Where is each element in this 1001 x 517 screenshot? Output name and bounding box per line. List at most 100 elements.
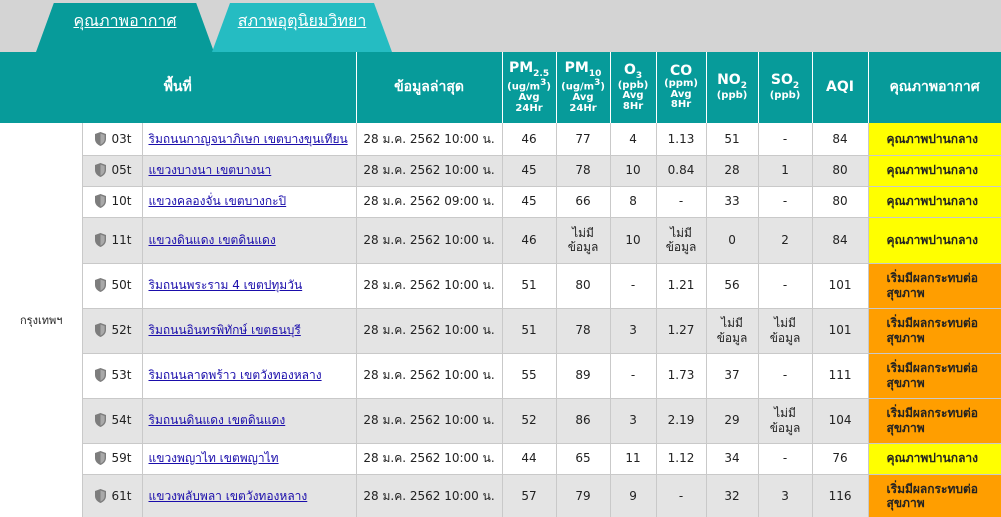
o3-cell: 11 xyxy=(610,443,657,475)
area-cell: ริมถนนดินแดง เขตดินแดง xyxy=(142,398,357,444)
table-row: 05t แขวงบางนา เขตบางนา 28 ม.ค. 2562 10:00 … xyxy=(0,155,1001,187)
header-aqi: AQI xyxy=(812,52,869,123)
station-code-cell: 59t xyxy=(82,443,143,475)
quality-cell: เริ่มมีผลกระทบต่อ สุขภาพ xyxy=(868,263,1001,309)
pm10-cell: 80 xyxy=(556,263,611,309)
area-cell: ริมถนนพระราม 4 เขตปทุมวัน xyxy=(142,263,357,309)
quality-cell: เริ่มมีผลกระทบต่อ สุขภาพ xyxy=(868,398,1001,444)
latest-time-cell: 28 ม.ค. 2562 10:00 น. xyxy=(356,123,503,156)
area-link[interactable]: แขวงบางนา เขตบางนา xyxy=(149,163,272,177)
pm25-cell: 52 xyxy=(502,398,557,444)
area-link[interactable]: ริมถนนลาดพร้าว เขตวังทองหลาง xyxy=(149,368,322,382)
latest-time-cell: 28 ม.ค. 2562 10:00 น. xyxy=(356,474,503,517)
pm25-cell: 51 xyxy=(502,263,557,309)
station-code: 50t xyxy=(111,278,132,293)
latest-time-cell: 28 ม.ค. 2562 10:00 น. xyxy=(356,263,503,309)
header-pm25: PM2.5 (ug/m3) Avg 24Hr xyxy=(502,52,557,123)
co-cell: ไม่มี ข้อมูล xyxy=(656,217,707,264)
air-quality-table: พื้นที่ ข้อมูลล่าสุด PM2.5 (ug/m3) Avg 2… xyxy=(0,52,1001,517)
co-cell: 1.27 xyxy=(656,308,707,354)
station-code: 54t xyxy=(111,413,132,428)
so2-cell: - xyxy=(758,123,813,156)
header-latest: ข้อมูลล่าสุด xyxy=(356,52,503,123)
station-code: 03t xyxy=(111,131,132,146)
pm25-cell: 45 xyxy=(502,155,557,187)
area-cell: แขวงดินแดง เขตดินแดง xyxy=(142,217,357,264)
station-code: 59t xyxy=(111,451,132,466)
so2-cell: ไม่มี ข้อมูล xyxy=(758,308,813,354)
aqi-cell: 84 xyxy=(812,123,869,156)
area-link[interactable]: ริมถนนอินทรพิทักษ์ เขตธนบุรี xyxy=(149,323,301,337)
area-cell: แขวงคลองจั่น เขตบางกะปิ xyxy=(142,186,357,218)
area-link[interactable]: แขวงพลับพลา เขตวังทองหลาง xyxy=(149,489,308,503)
aqi-cell: 76 xyxy=(812,443,869,475)
o3-cell: 4 xyxy=(610,123,657,156)
tab-meteorology[interactable]: สภาพอุตุนิยมวิทยา xyxy=(212,3,392,52)
area-link[interactable]: แขวงคลองจั่น เขตบางกะปิ xyxy=(149,194,287,208)
pm10-cell: ไม่มี ข้อมูล xyxy=(556,217,611,264)
station-shield-icon xyxy=(94,488,106,503)
table-header-row: พื้นที่ ข้อมูลล่าสุด PM2.5 (ug/m3) Avg 2… xyxy=(0,52,1001,123)
station-code-cell: 50t xyxy=(82,263,143,309)
station-code-cell: 03t xyxy=(82,123,143,156)
latest-time-cell: 28 ม.ค. 2562 10:00 น. xyxy=(356,353,503,399)
tab-air-quality[interactable]: คุณภาพอากาศ xyxy=(36,3,214,52)
no2-cell: 0 xyxy=(706,217,759,264)
o3-cell: 10 xyxy=(610,217,657,264)
o3-cell: 3 xyxy=(610,398,657,444)
area-link[interactable]: แขวงดินแดง เขตดินแดง xyxy=(149,233,276,247)
station-code: 53t xyxy=(111,368,132,383)
station-code-cell: 61t xyxy=(82,474,143,517)
pm25-cell: 51 xyxy=(502,308,557,354)
latest-time-cell: 28 ม.ค. 2562 10:00 น. xyxy=(356,308,503,354)
pm10-cell: 66 xyxy=(556,186,611,218)
aqi-cell: 101 xyxy=(812,263,869,309)
pm25-cell: 55 xyxy=(502,353,557,399)
aqi-cell: 116 xyxy=(812,474,869,517)
pm10-cell: 86 xyxy=(556,398,611,444)
pm10-cell: 79 xyxy=(556,474,611,517)
o3-cell: - xyxy=(610,353,657,399)
aqi-cell: 111 xyxy=(812,353,869,399)
o3-cell: 3 xyxy=(610,308,657,354)
station-code-cell: 53t xyxy=(82,353,143,399)
tab-bar: คุณภาพอากาศ สภาพอุตุนิยมวิทยา xyxy=(0,0,1001,52)
area-cell: แขวงบางนา เขตบางนา xyxy=(142,155,357,187)
area-cell: ริมถนนกาญจนาภิเษก เขตบางขุนเทียน xyxy=(142,123,357,156)
station-shield-icon xyxy=(94,413,106,428)
co-cell: 1.73 xyxy=(656,353,707,399)
quality-cell: เริ่มมีผลกระทบต่อ สุขภาพ xyxy=(868,353,1001,399)
co-cell: - xyxy=(656,186,707,218)
pm25-cell: 46 xyxy=(502,217,557,264)
table-row: 11t แขวงดินแดง เขตดินแดง 28 ม.ค. 2562 10:0… xyxy=(0,217,1001,264)
quality-cell: คุณภาพปานกลาง xyxy=(868,443,1001,475)
area-link[interactable]: ริมถนนดินแดง เขตดินแดง xyxy=(149,413,286,427)
header-co: CO (ppm) Avg 8Hr xyxy=(656,52,707,123)
area-cell: แขวงพญาไท เขตพญาไท xyxy=(142,443,357,475)
station-code-cell: 05t xyxy=(82,155,143,187)
so2-cell: - xyxy=(758,353,813,399)
station-code-cell: 54t xyxy=(82,398,143,444)
area-link[interactable]: ริมถนนกาญจนาภิเษก เขตบางขุนเทียน xyxy=(149,132,348,146)
table-row: กรุงเทพฯ 03t ริมถนนกาญจนาภิเษก เขตบางขุนเท… xyxy=(0,123,1001,517)
header-area: พื้นที่ xyxy=(0,52,357,123)
so2-cell: - xyxy=(758,263,813,309)
table-row: 52t ริมถนนอินทรพิทักษ์ เขตธนบุรี 28 ม.ค. 2… xyxy=(0,308,1001,354)
table-row: 53t ริมถนนลาดพร้าว เขตวังทองหลาง 28 ม.ค. 2… xyxy=(0,353,1001,399)
aqi-cell: 104 xyxy=(812,398,869,444)
so2-cell: 3 xyxy=(758,474,813,517)
aqi-cell: 84 xyxy=(812,217,869,264)
station-shield-icon xyxy=(94,163,106,178)
latest-time-cell: 28 ม.ค. 2562 10:00 น. xyxy=(356,443,503,475)
area-link[interactable]: ริมถนนพระราม 4 เขตปทุมวัน xyxy=(149,278,303,292)
tab-meteorology-label: สภาพอุตุนิยมวิทยา xyxy=(237,11,367,30)
latest-time-cell: 28 ม.ค. 2562 10:00 น. xyxy=(356,398,503,444)
station-shield-icon xyxy=(94,278,106,293)
no2-cell: 28 xyxy=(706,155,759,187)
station-code: 11t xyxy=(111,232,132,247)
header-quality: คุณภาพอากาศ xyxy=(868,52,1001,123)
no2-cell: 37 xyxy=(706,353,759,399)
station-code: 10t xyxy=(111,194,132,209)
so2-cell: ไม่มี ข้อมูล xyxy=(758,398,813,444)
area-link[interactable]: แขวงพญาไท เขตพญาไท xyxy=(149,451,279,465)
